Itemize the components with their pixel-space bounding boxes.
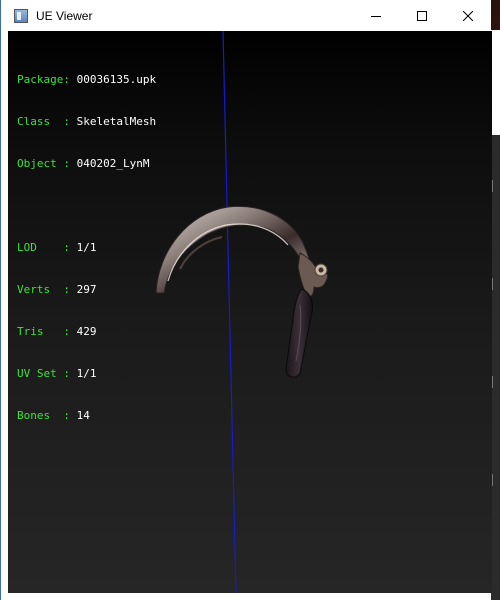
lod-row: LOD : 1/1: [17, 241, 156, 255]
class-label: Class :: [17, 115, 70, 128]
verts-label: Verts :: [17, 283, 70, 296]
edge-tick: [492, 278, 500, 290]
verts-value: 297: [76, 283, 97, 296]
close-button[interactable]: [445, 0, 491, 31]
3d-viewport[interactable]: Package: 00036135.upk Class : SkeletalMe…: [8, 31, 492, 593]
minimize-button[interactable]: [353, 0, 399, 31]
package-value: 00036135.upk: [76, 73, 157, 86]
title-bar[interactable]: UE Viewer: [1, 0, 491, 31]
edge-tick: [492, 180, 500, 192]
uvset-label: UV Set :: [17, 367, 70, 380]
class-value: SkeletalMesh: [76, 115, 157, 128]
lod-value: 1/1: [76, 241, 97, 254]
ue-viewer-window: UE Viewer Package: 00036135.upk Class: …: [0, 0, 492, 600]
bones-row: Bones : 14: [17, 409, 156, 423]
minimize-icon: [371, 15, 381, 17]
uvset-row: UV Set : 1/1: [17, 367, 156, 381]
background-window-edge: [491, 30, 500, 600]
object-label: Object :: [17, 157, 70, 170]
object-value: 040202_LynM: [76, 157, 150, 170]
maximize-icon: [417, 10, 427, 21]
class-row: Class : SkeletalMesh: [17, 115, 156, 129]
package-row: Package: 00036135.upk: [17, 73, 156, 87]
edge-tick: [492, 474, 500, 486]
window-title: UE Viewer: [36, 8, 93, 23]
mesh-info-panel: Package: 00036135.upk Class : SkeletalMe…: [17, 45, 156, 451]
edge-tick: [492, 376, 500, 388]
bones-label: Bones :: [17, 409, 70, 422]
tris-value: 429: [76, 325, 97, 338]
tris-label: Tris :: [17, 325, 70, 338]
background-window-dark-area: [491, 135, 500, 600]
bones-value: 14: [76, 409, 90, 422]
app-window-icon: [14, 8, 28, 23]
maximize-button[interactable]: [399, 0, 445, 31]
close-icon: [463, 10, 473, 21]
package-label: Package:: [17, 73, 70, 86]
uvset-value: 1/1: [76, 367, 97, 380]
lod-label: LOD :: [17, 241, 70, 254]
window-controls: [353, 0, 491, 31]
verts-row: Verts : 297: [17, 283, 156, 297]
tris-row: Tris : 429: [17, 325, 156, 339]
object-row: Object : 040202_LynM: [17, 157, 156, 171]
